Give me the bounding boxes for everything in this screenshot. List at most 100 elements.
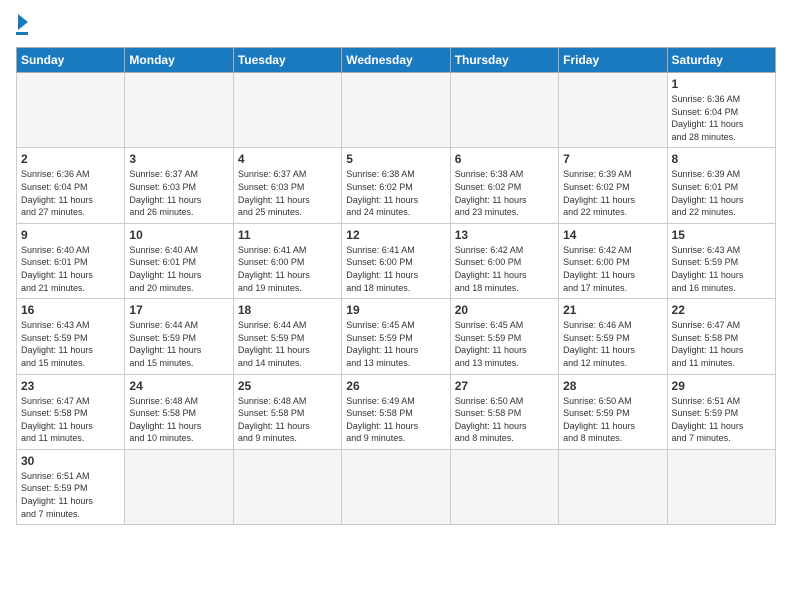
calendar-cell [342, 73, 450, 148]
calendar-cell: 30Sunrise: 6:51 AM Sunset: 5:59 PM Dayli… [17, 449, 125, 524]
calendar-cell: 22Sunrise: 6:47 AM Sunset: 5:58 PM Dayli… [667, 299, 775, 374]
day-info: Sunrise: 6:48 AM Sunset: 5:58 PM Dayligh… [129, 395, 228, 445]
calendar-row-1: 1 Sunrise: 6:36 AM Sunset: 6:04 PM Daylig… [17, 73, 776, 148]
calendar-cell: 18 Sunrise: 6:44 AM Sunset: 5:59 PM Dayli… [233, 299, 341, 374]
calendar-cell [450, 449, 558, 524]
day-number: 18 [238, 303, 337, 317]
calendar-cell [667, 449, 775, 524]
day-number: 12 [346, 228, 445, 242]
calendar-cell: 3Sunrise: 6:37 AM Sunset: 6:03 PM Daylig… [125, 148, 233, 223]
day-number: 5 [346, 152, 445, 166]
calendar-cell: 13 Sunrise: 6:42 AM Sunset: 6:00 PM Dayli… [450, 223, 558, 298]
logo-triangle-icon [18, 14, 28, 30]
calendar-cell [559, 73, 667, 148]
day-number: 10 [129, 228, 228, 242]
calendar-cell: 10Sunrise: 6:40 AM Sunset: 6:01 PM Dayli… [125, 223, 233, 298]
day-info: Sunrise: 6:43 AM Sunset: 5:59 PM Dayligh… [21, 319, 120, 369]
calendar-cell [450, 73, 558, 148]
day-info: Sunrise: 6:42 AM Sunset: 6:00 PM Dayligh… [563, 244, 662, 294]
day-number: 4 [238, 152, 337, 166]
weekday-header-thursday: Thursday [450, 48, 558, 73]
day-number: 20 [455, 303, 554, 317]
weekday-header-monday: Monday [125, 48, 233, 73]
day-info: Sunrise: 6:47 AM Sunset: 5:58 PM Dayligh… [21, 395, 120, 445]
day-number: 15 [672, 228, 771, 242]
day-info: Sunrise: 6:44 AM Sunset: 5:59 PM Dayligh… [238, 319, 337, 369]
calendar-cell: 27 Sunrise: 6:50 AM Sunset: 5:58 PM Dayli… [450, 374, 558, 449]
day-number: 8 [672, 152, 771, 166]
day-number: 29 [672, 379, 771, 393]
day-info: Sunrise: 6:38 AM Sunset: 6:02 PM Dayligh… [346, 168, 445, 218]
calendar-cell: 20 Sunrise: 6:45 AM Sunset: 5:59 PM Dayli… [450, 299, 558, 374]
calendar-cell: 25Sunrise: 6:48 AM Sunset: 5:58 PM Dayli… [233, 374, 341, 449]
day-number: 28 [563, 379, 662, 393]
day-number: 16 [21, 303, 120, 317]
calendar-cell [17, 73, 125, 148]
day-info: Sunrise: 6:45 AM Sunset: 5:59 PM Dayligh… [346, 319, 445, 369]
page-header [16, 16, 776, 35]
day-info: Sunrise: 6:38 AM Sunset: 6:02 PM Dayligh… [455, 168, 554, 218]
day-info: Sunrise: 6:39 AM Sunset: 6:02 PM Dayligh… [563, 168, 662, 218]
day-info: Sunrise: 6:51 AM Sunset: 5:59 PM Dayligh… [672, 395, 771, 445]
weekday-header-sunday: Sunday [17, 48, 125, 73]
day-number: 13 [455, 228, 554, 242]
day-number: 21 [563, 303, 662, 317]
day-number: 11 [238, 228, 337, 242]
day-number: 25 [238, 379, 337, 393]
calendar-cell: 26 Sunrise: 6:49 AM Sunset: 5:58 PM Dayli… [342, 374, 450, 449]
day-info: Sunrise: 6:41 AM Sunset: 6:00 PM Dayligh… [346, 244, 445, 294]
day-number: 30 [21, 454, 120, 468]
calendar-cell: 19 Sunrise: 6:45 AM Sunset: 5:59 PM Dayli… [342, 299, 450, 374]
day-number: 19 [346, 303, 445, 317]
calendar-row-5: 23 Sunrise: 6:47 AM Sunset: 5:58 PM Dayli… [17, 374, 776, 449]
day-info: Sunrise: 6:37 AM Sunset: 6:03 PM Dayligh… [238, 168, 337, 218]
day-info: Sunrise: 6:50 AM Sunset: 5:59 PM Dayligh… [563, 395, 662, 445]
day-info: Sunrise: 6:50 AM Sunset: 5:58 PM Dayligh… [455, 395, 554, 445]
day-number: 23 [21, 379, 120, 393]
day-info: Sunrise: 6:36 AM Sunset: 6:04 PM Dayligh… [21, 168, 120, 218]
calendar-cell [233, 73, 341, 148]
calendar-cell [233, 449, 341, 524]
day-info: Sunrise: 6:40 AM Sunset: 6:01 PM Dayligh… [21, 244, 120, 294]
calendar-row-3: 9 Sunrise: 6:40 AM Sunset: 6:01 PM Daylig… [17, 223, 776, 298]
day-number: 14 [563, 228, 662, 242]
day-number: 2 [21, 152, 120, 166]
day-info: Sunrise: 6:41 AM Sunset: 6:00 PM Dayligh… [238, 244, 337, 294]
weekday-header-saturday: Saturday [667, 48, 775, 73]
day-info: Sunrise: 6:49 AM Sunset: 5:58 PM Dayligh… [346, 395, 445, 445]
day-number: 26 [346, 379, 445, 393]
logo [16, 16, 28, 35]
day-info: Sunrise: 6:36 AM Sunset: 6:04 PM Dayligh… [672, 93, 771, 143]
calendar-cell: 24 Sunrise: 6:48 AM Sunset: 5:58 PM Dayli… [125, 374, 233, 449]
weekday-header-friday: Friday [559, 48, 667, 73]
calendar-cell [125, 449, 233, 524]
calendar-cell: 9 Sunrise: 6:40 AM Sunset: 6:01 PM Daylig… [17, 223, 125, 298]
calendar-cell [342, 449, 450, 524]
calendar-cell: 8Sunrise: 6:39 AM Sunset: 6:01 PM Daylig… [667, 148, 775, 223]
calendar-cell: 1 Sunrise: 6:36 AM Sunset: 6:04 PM Daylig… [667, 73, 775, 148]
calendar-cell: 4 Sunrise: 6:37 AM Sunset: 6:03 PM Daylig… [233, 148, 341, 223]
day-number: 24 [129, 379, 228, 393]
logo-underline [16, 32, 28, 35]
weekday-header-tuesday: Tuesday [233, 48, 341, 73]
day-info: Sunrise: 6:44 AM Sunset: 5:59 PM Dayligh… [129, 319, 228, 369]
day-number: 17 [129, 303, 228, 317]
day-number: 1 [672, 77, 771, 91]
day-info: Sunrise: 6:37 AM Sunset: 6:03 PM Dayligh… [129, 168, 228, 218]
calendar-table: SundayMondayTuesdayWednesdayThursdayFrid… [16, 47, 776, 525]
day-info: Sunrise: 6:42 AM Sunset: 6:00 PM Dayligh… [455, 244, 554, 294]
calendar-cell: 21 Sunrise: 6:46 AM Sunset: 5:59 PM Dayli… [559, 299, 667, 374]
calendar-row-2: 2 Sunrise: 6:36 AM Sunset: 6:04 PM Daylig… [17, 148, 776, 223]
weekday-header-wednesday: Wednesday [342, 48, 450, 73]
day-info: Sunrise: 6:45 AM Sunset: 5:59 PM Dayligh… [455, 319, 554, 369]
day-number: 9 [21, 228, 120, 242]
calendar-cell: 17 Sunrise: 6:44 AM Sunset: 5:59 PM Dayli… [125, 299, 233, 374]
calendar-cell: 6 Sunrise: 6:38 AM Sunset: 6:02 PM Daylig… [450, 148, 558, 223]
calendar-cell: 11 Sunrise: 6:41 AM Sunset: 6:00 PM Dayli… [233, 223, 341, 298]
calendar-cell: 29 Sunrise: 6:51 AM Sunset: 5:59 PM Dayli… [667, 374, 775, 449]
calendar-cell: 12 Sunrise: 6:41 AM Sunset: 6:00 PM Dayli… [342, 223, 450, 298]
day-number: 27 [455, 379, 554, 393]
day-number: 6 [455, 152, 554, 166]
day-info: Sunrise: 6:46 AM Sunset: 5:59 PM Dayligh… [563, 319, 662, 369]
day-info: Sunrise: 6:43 AM Sunset: 5:59 PM Dayligh… [672, 244, 771, 294]
